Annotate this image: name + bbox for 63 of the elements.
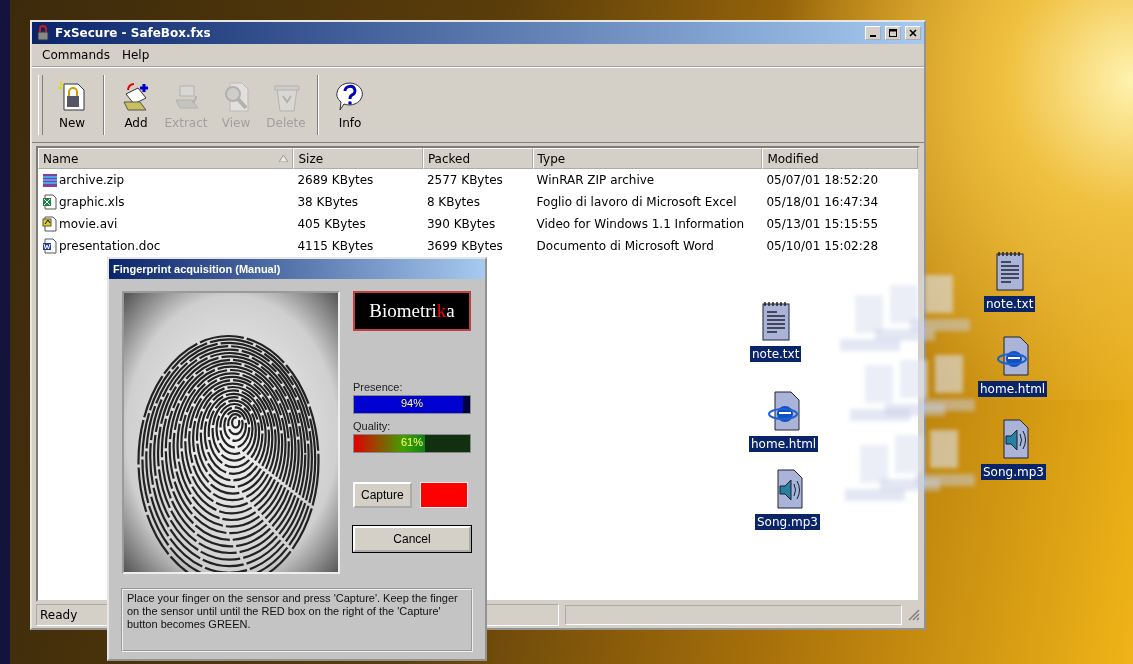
table-cell: 2577 KBytes <box>422 169 533 191</box>
column-header[interactable]: Modified <box>762 148 918 169</box>
maximize-button[interactable] <box>885 26 901 40</box>
padlock-document-icon <box>56 80 88 112</box>
instruction-text: Place your finger on the sensor and press 'Capture'. Keep the finger on the sensor until until the RED box on the right of the 'Capture' button becomes GREEN. <box>121 588 473 652</box>
desktop-icon-label[interactable]: home.html <box>749 436 819 452</box>
padlock-app-icon <box>35 25 51 41</box>
document-file-icon <box>42 238 58 254</box>
minimize-icon <box>870 35 876 37</box>
table-cell-text: 38 KBytes <box>296 194 360 211</box>
file-name[interactable]: graphic.xls <box>59 195 125 209</box>
toolbar-button[interactable]: Add <box>111 78 161 132</box>
meter-label: Presence: <box>353 381 404 393</box>
dialog-title: Fingerprint acquisition (Manual) <box>109 259 485 279</box>
web-page-icon[interactable] <box>766 390 801 432</box>
close-button[interactable] <box>905 26 921 40</box>
table-cell: WinRAR ZIP archive <box>532 169 763 191</box>
toolbar-button[interactable]: New <box>47 78 97 132</box>
table-cell-text: 05/10/01 15:02:28 <box>765 238 880 255</box>
desktop-icon-label[interactable]: note.txt <box>984 296 1036 312</box>
table-cell-text: Foglio di lavoro di Microsoft Excel <box>535 194 738 211</box>
column-header[interactable]: Size <box>293 148 423 169</box>
sort-arrow-icon <box>279 155 289 162</box>
file-name[interactable]: presentation.doc <box>59 239 161 253</box>
archive-file-icon <box>42 172 58 188</box>
table-cell-text: 8 KBytes <box>425 194 481 211</box>
menu-item[interactable]: Help <box>115 46 156 64</box>
spreadsheet-file-icon <box>42 194 58 210</box>
table-cell-text: 405 KBytes <box>296 216 367 233</box>
file-name[interactable]: archive.zip <box>59 173 125 187</box>
desktop-icon-label[interactable]: note.txt <box>750 346 802 362</box>
maximize-icon <box>888 28 898 38</box>
desktop-icon-label[interactable]: Song.mp3 <box>981 464 1046 480</box>
meter-reading: 94% <box>400 397 424 409</box>
resize-grip-icon <box>908 609 920 621</box>
table-cell: 2689 KBytes <box>293 169 423 191</box>
table-cell-text: 3699 KBytes <box>425 238 504 255</box>
menu-item[interactable]: Commands <box>36 46 116 64</box>
file-name[interactable]: movie.avi <box>59 217 118 231</box>
table-cell-text: 05/13/01 15:15:55 <box>765 216 880 233</box>
table-cell-text: 05/18/01 16:47:34 <box>765 194 880 211</box>
meter-reading: 61% <box>400 436 424 448</box>
cancel-button[interactable]: Cancel <box>353 526 471 552</box>
table-cell-text: Video for Windows 1.1 Information <box>535 216 746 233</box>
table-cell-text: 4115 KBytes <box>296 238 375 255</box>
column-header[interactable]: Type <box>532 148 763 169</box>
column-header[interactable]: Name <box>38 148 294 169</box>
meter-label: Quality: <box>353 420 392 432</box>
web-page-icon[interactable] <box>995 335 1030 377</box>
toolbar-button[interactable]: Info <box>325 78 375 132</box>
table-cell: 05/07/01 18:52:20 <box>762 169 918 191</box>
capture-button[interactable]: Capture <box>353 482 412 508</box>
question-mark-icon <box>334 80 366 112</box>
logo: Biometrika <box>353 291 471 331</box>
minimize-button[interactable] <box>865 26 881 40</box>
close-icon <box>908 28 918 38</box>
desktop-icon-label[interactable]: Song.mp3 <box>755 514 820 530</box>
window-title: FxSecure - SafeBox.fxs <box>55 26 212 40</box>
table-cell-text: Documento di Microsoft Word <box>535 238 715 255</box>
video-file-icon <box>42 216 58 232</box>
table-cell-text: 390 KBytes <box>425 216 497 233</box>
desktop-icon-label[interactable]: home.html <box>978 381 1048 397</box>
column-header[interactable]: Packed <box>422 148 533 169</box>
